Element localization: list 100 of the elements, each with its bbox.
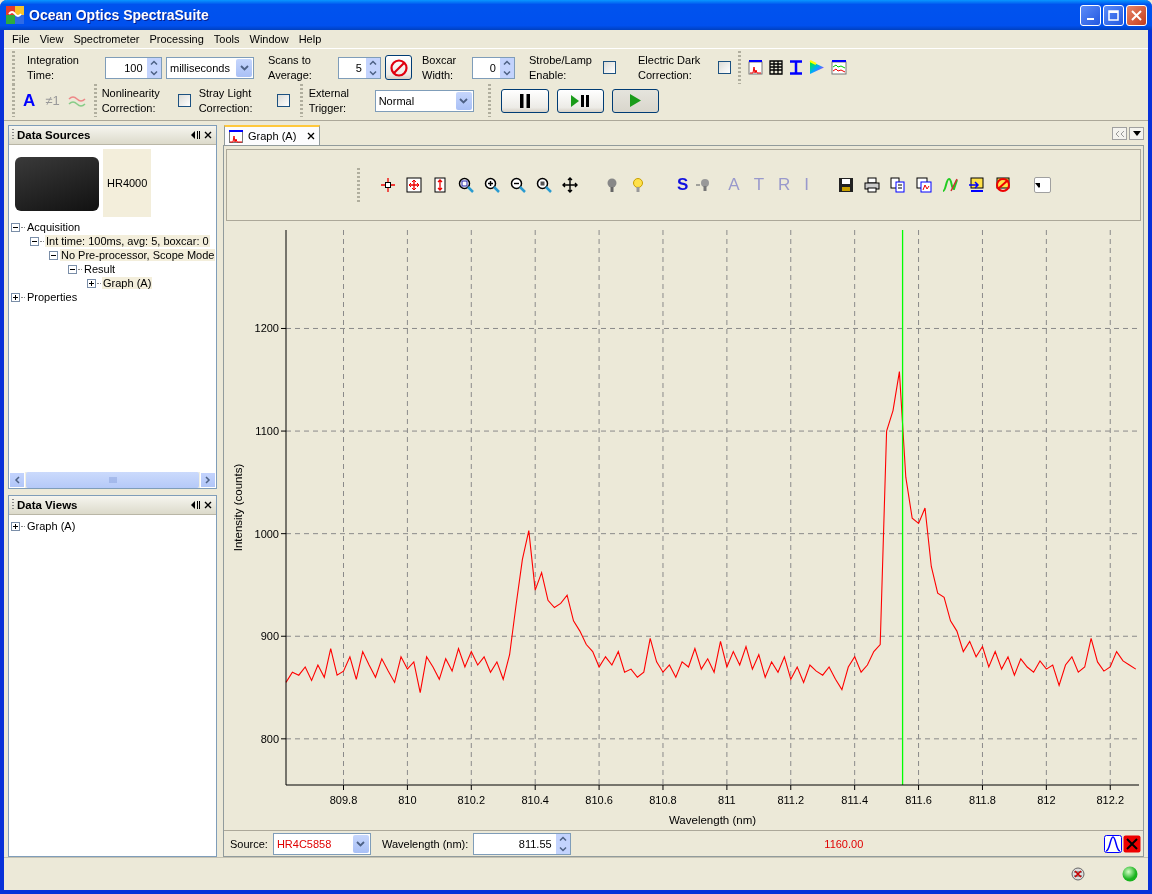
copy-graph-icon[interactable] [916,177,933,193]
fit-all-icon[interactable] [406,177,422,193]
fit-vertical-icon[interactable] [432,177,448,193]
tree-item[interactable]: No Pre-processor, Scope Mode [60,249,216,261]
toolbar-menu-button[interactable] [1034,177,1052,193]
status-led-icon [1122,866,1138,882]
trigger-mode-dropdown[interactable]: Normal [374,89,474,112]
close-icon[interactable] [307,132,316,140]
tree-item[interactable]: Graph (A) [26,520,77,532]
checkbox[interactable] [603,61,616,74]
pause-button[interactable] [500,88,549,113]
color-triangle-icon[interactable] [809,60,825,75]
line-style-icon[interactable] [942,177,959,193]
close-icon[interactable] [204,501,212,509]
expand-toggle-icon[interactable] [11,292,20,302]
wavelength-spinner[interactable]: 811.55 [473,832,572,855]
minimize-button[interactable] [1080,4,1101,26]
panel-title: Data Views [17,499,79,511]
grip-icon [108,477,117,483]
maximize-icon [1108,9,1119,21]
menu-item[interactable]: Processing [144,33,209,45]
x-tick-label: 812 [1037,794,1056,806]
menu-item[interactable]: Window [244,33,294,45]
peak-icon[interactable] [1104,834,1122,853]
play-button[interactable] [611,88,659,113]
scroll-left-icon[interactable] [14,476,20,484]
tree-item[interactable]: Properties [26,291,79,303]
play-icon [628,94,642,107]
crosshair-icon[interactable] [380,177,396,193]
close-icon[interactable] [204,131,212,139]
source-dropdown[interactable]: HR4C5858 [272,832,371,855]
dropdown-arrow-icon [1132,131,1141,136]
checkbox[interactable] [718,61,731,74]
collapse-toggle-icon[interactable] [30,236,39,246]
tree-item[interactable]: Result [83,263,117,275]
integration-time-spinner[interactable]: 100 [105,56,162,79]
expand-toggle-icon[interactable] [87,278,96,288]
window-title: Ocean Optics SpectraSuite [29,7,210,23]
delete-export-icon[interactable] [994,177,1011,193]
checkbox[interactable] [276,94,290,107]
save-icon[interactable] [838,177,855,193]
network-icon [1070,866,1086,882]
dash-bulb-icon[interactable] [695,177,712,193]
pan-icon[interactable] [562,177,578,193]
intensity-reading: 1160.00 [824,837,865,850]
pin-icon[interactable] [191,131,200,139]
collapse-toggle-icon[interactable] [49,250,58,260]
stop-button[interactable] [385,55,412,80]
graph-view-icon [229,129,243,143]
graph-view-icon[interactable] [748,60,763,75]
copy-icon[interactable] [890,177,907,193]
scroll-right-icon[interactable] [205,476,211,484]
zoom-in-icon[interactable] [484,177,500,193]
print-icon[interactable] [864,177,881,193]
boxcar-width-spinner[interactable]: 0 [472,56,515,79]
tree-item[interactable]: Int time: 100ms, avg: 5, boxcar: 0 [45,235,210,247]
cursor-line[interactable] [901,229,904,786]
menu-item[interactable]: Spectrometer [68,33,145,45]
graph-tab[interactable]: Graph (A) [224,125,321,145]
export-icon[interactable] [968,177,985,193]
maximize-button[interactable] [1103,4,1124,26]
toolbar-letter[interactable]: S [677,175,689,195]
horizontal-scrollbar[interactable] [9,472,216,488]
x-tick-label: 810.2 [457,794,486,806]
expand-toggle-icon[interactable] [11,521,20,531]
field-label: Boxcar Width: [422,52,458,83]
step-button[interactable] [556,88,604,113]
checkbox[interactable] [177,94,191,107]
close-button[interactable] [1126,4,1147,26]
x-tick-label: 810.6 [585,794,613,806]
field-label: Integration Time: [27,52,80,83]
y-tick-label: 1200 [254,322,279,335]
minimize-icon [1087,18,1094,20]
field-label: Strobe/Lamp Enable: [529,52,593,83]
close-icon [1131,9,1142,21]
zoom-reset-icon[interactable] [536,177,552,193]
menu-item[interactable]: Help [293,33,327,45]
y-tick-label: 1000 [254,527,279,540]
field-label: Electric Dark Correction: [638,52,702,83]
zoom-out-icon[interactable] [510,177,526,193]
tree-item[interactable]: Graph (A) [102,277,153,289]
pin-icon[interactable] [191,501,200,509]
overlay-graph-icon[interactable] [831,60,847,75]
scans-to-average-spinner[interactable]: 5 [338,56,381,79]
mode-glyph[interactable]: A [23,90,36,111]
time-unit-dropdown[interactable]: milliseconds [166,56,254,79]
collapse-toggle-icon[interactable] [68,264,77,274]
table-icon[interactable] [769,60,783,75]
app-logo-icon [6,6,24,24]
tab-list-button[interactable] [1129,127,1144,140]
collapse-toggle-icon[interactable] [11,222,20,232]
i-beam-icon[interactable] [789,60,803,75]
y-tick-label: 1100 [255,425,279,438]
zoom-region-icon[interactable] [458,177,474,193]
close-icon[interactable] [1123,834,1141,853]
menu-item[interactable]: View [34,33,69,45]
menu-item[interactable]: File [7,33,35,45]
device-name[interactable]: HR4000 [103,149,152,217]
menu-item[interactable]: Tools [208,33,245,45]
tree-item[interactable]: Acquisition [26,221,82,233]
